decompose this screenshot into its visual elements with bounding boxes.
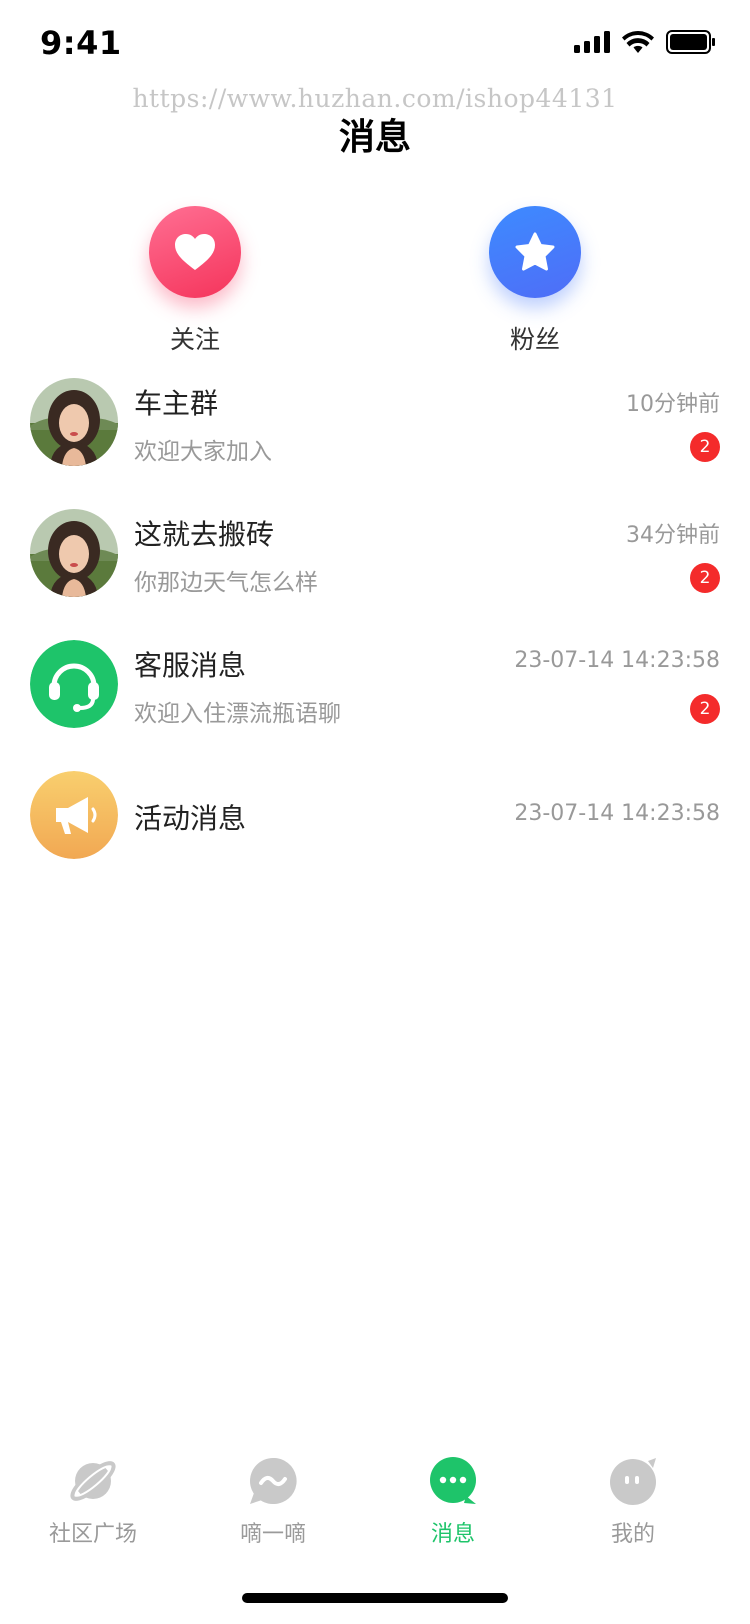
conversation-time: 34分钟前 <box>626 523 720 548</box>
heart-icon <box>175 234 215 270</box>
unread-badge: 2 <box>690 432 720 462</box>
conversation-item[interactable]: 客服消息 欢迎入住漂流瓶语聊 23-07-14 14:23:58 2 <box>30 640 720 730</box>
signal-icon <box>574 31 610 53</box>
tab-community-label: 社区广场 <box>48 1522 137 1547</box>
avatar <box>30 509 118 597</box>
unread-badge: 2 <box>690 694 720 724</box>
wifi-icon <box>622 31 654 53</box>
fans-button[interactable]: 粉丝 <box>460 206 610 356</box>
conversation-preview: 欢迎入住漂流瓶语聊 <box>134 701 341 727</box>
follow-button[interactable]: 关注 <box>120 206 270 356</box>
status-time: 9:41 <box>40 24 122 62</box>
star-icon <box>515 232 555 271</box>
tab-community[interactable]: 社区广场 <box>18 1456 168 1548</box>
wave-bubble-icon <box>250 1457 297 1504</box>
tab-messages[interactable]: 消息 <box>378 1456 528 1548</box>
conversation-name: 活动消息 <box>134 802 247 835</box>
planet-icon <box>70 1461 116 1501</box>
conversation-time: 23-07-14 14:23:58 <box>514 648 720 673</box>
avatar <box>30 640 118 728</box>
conversation-preview: 欢迎大家加入 <box>134 439 272 465</box>
battery-icon <box>666 30 715 54</box>
unread-badge: 2 <box>690 563 720 593</box>
megaphone-icon <box>30 771 118 859</box>
tab-messages-label: 消息 <box>430 1522 475 1547</box>
chat-bubble-icon <box>430 1457 476 1504</box>
follow-label: 关注 <box>169 325 220 354</box>
conversation-item[interactable]: 车主群 欢迎大家加入 10分钟前 2 <box>30 378 720 468</box>
conversation-item[interactable]: 活动消息 23-07-14 14:23:58 <box>30 771 720 861</box>
conversation-name: 这就去搬砖 <box>134 518 275 551</box>
conversation-name: 客服消息 <box>134 649 247 682</box>
conversation-preview: 你那边天气怎么样 <box>134 570 318 596</box>
conversation-time: 10分钟前 <box>626 392 720 417</box>
tab-profile-label: 我的 <box>610 1522 655 1547</box>
page-title: 消息 <box>338 117 411 158</box>
avatar <box>30 378 118 466</box>
tab-didi-label: 嘀一嘀 <box>239 1522 306 1547</box>
tab-profile[interactable]: 我的 <box>558 1456 708 1548</box>
fans-label: 粉丝 <box>509 325 560 354</box>
follow-circle <box>149 206 241 298</box>
tab-didi[interactable]: 嘀一嘀 <box>198 1456 348 1548</box>
conversation-item[interactable]: 这就去搬砖 你那边天气怎么样 34分钟前 2 <box>30 509 720 599</box>
status-bar: 9:41 <box>0 0 750 88</box>
fans-circle <box>489 206 581 298</box>
tab-bar: 社区广场 嘀一嘀 消息 我的 <box>0 1456 750 1556</box>
headset-icon <box>30 640 118 728</box>
conversation-name: 车主群 <box>134 387 219 420</box>
profile-face-icon <box>610 1458 656 1505</box>
avatar <box>30 771 118 859</box>
conversation-time: 23-07-14 14:23:58 <box>514 801 720 826</box>
status-icons <box>574 30 716 54</box>
home-indicator <box>242 1593 508 1603</box>
